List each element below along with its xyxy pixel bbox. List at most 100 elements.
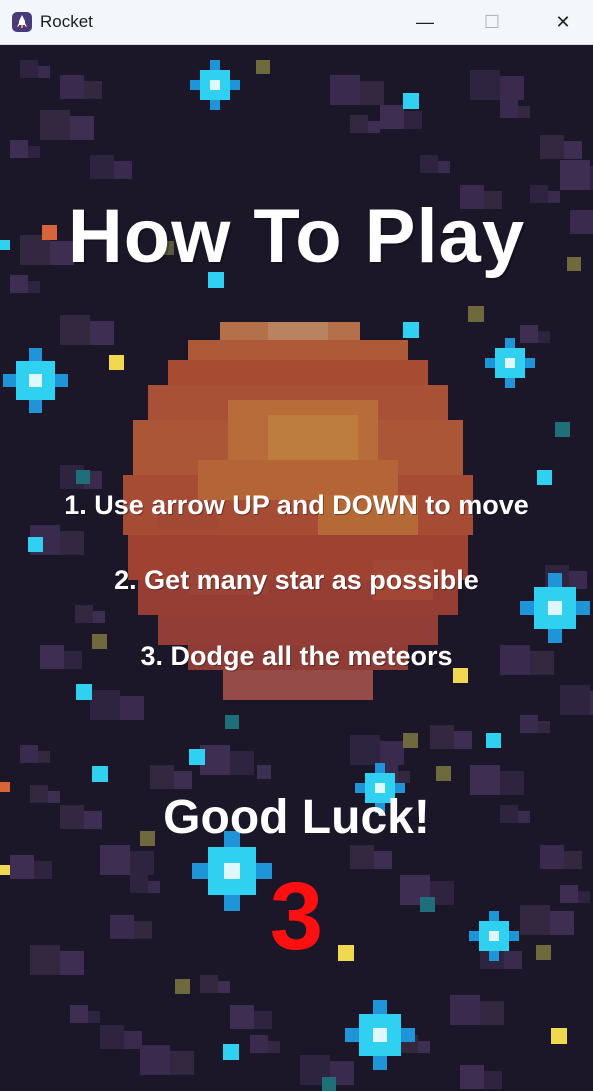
background-pixel bbox=[480, 1001, 504, 1025]
background-pixel bbox=[330, 75, 360, 105]
background-pixel bbox=[350, 115, 368, 133]
background-pixel bbox=[174, 771, 192, 789]
pixel-dot bbox=[76, 470, 90, 484]
background-pixel bbox=[500, 100, 518, 118]
page-title: How To Play bbox=[67, 194, 526, 279]
pixel-dot bbox=[322, 1077, 336, 1091]
background-pixel bbox=[20, 60, 38, 78]
background-pixel bbox=[420, 155, 438, 173]
background-pixel bbox=[93, 611, 105, 623]
maximize-button[interactable]: ☐ bbox=[469, 0, 515, 44]
pixel-dot bbox=[92, 766, 108, 782]
background-pixel bbox=[70, 116, 94, 140]
background-pixel bbox=[560, 685, 590, 715]
background-pixel bbox=[218, 981, 230, 993]
pixel-dot bbox=[109, 355, 124, 370]
sparkle-center bbox=[548, 601, 562, 615]
sparkle-center bbox=[373, 1028, 387, 1042]
background-pixel bbox=[90, 690, 120, 720]
good-luck-text: Good Luck! bbox=[163, 791, 430, 844]
rocket-icon bbox=[12, 12, 32, 32]
background-pixel bbox=[518, 106, 530, 118]
background-pixel bbox=[90, 155, 114, 179]
background-pixel bbox=[368, 121, 380, 133]
background-pixel bbox=[380, 741, 404, 765]
background-pixel bbox=[140, 1045, 170, 1075]
background-pixel bbox=[454, 731, 472, 749]
background-pixel bbox=[450, 995, 480, 1025]
background-pixel bbox=[460, 1065, 484, 1089]
background-pixel bbox=[380, 105, 404, 129]
background-pixel bbox=[60, 531, 84, 555]
background-pixel bbox=[560, 160, 590, 190]
background-pixel bbox=[520, 715, 538, 733]
background-pixel bbox=[564, 141, 582, 159]
background-pixel bbox=[60, 315, 90, 345]
background-pixel bbox=[404, 111, 422, 129]
pixel-dot bbox=[436, 766, 451, 781]
pixel-dot bbox=[76, 684, 92, 700]
game-canvas: How To Play 1. Use arrow UP and DOWN to … bbox=[0, 45, 593, 1091]
background-pixel bbox=[28, 146, 40, 158]
pixel-dot bbox=[257, 765, 271, 779]
background-pixel bbox=[538, 331, 550, 343]
background-pixel bbox=[114, 161, 132, 179]
background-pixel bbox=[438, 161, 450, 173]
pixel-dot bbox=[403, 733, 418, 748]
pixel-dot bbox=[189, 749, 205, 765]
pixel-dot bbox=[225, 715, 239, 729]
background-pixel bbox=[500, 76, 524, 100]
window-titlebar: Rocket — ☐ ✕ bbox=[0, 0, 593, 45]
pixel-dot bbox=[175, 979, 190, 994]
instruction-2: 2. Get many star as possible bbox=[114, 565, 479, 595]
background-pixel bbox=[230, 1005, 254, 1029]
background-pixel bbox=[520, 325, 538, 343]
background-pixel bbox=[40, 110, 70, 140]
background-pixel bbox=[28, 281, 40, 293]
instruction-3: 3. Dodge all the meteors bbox=[140, 641, 453, 671]
background-pixel bbox=[538, 721, 550, 733]
background-pixel bbox=[350, 735, 380, 765]
background-pixel bbox=[540, 135, 564, 159]
pixel-dot bbox=[403, 322, 419, 338]
background-pixel bbox=[250, 1035, 268, 1053]
minimize-button[interactable]: — bbox=[402, 0, 448, 44]
countdown-number: 3 bbox=[269, 863, 324, 970]
background-pixel bbox=[430, 725, 454, 749]
pixel-dot bbox=[256, 60, 270, 74]
background-pixel bbox=[360, 81, 384, 105]
background-pixel bbox=[470, 70, 500, 100]
background-pixel bbox=[88, 1011, 100, 1023]
background-pixel bbox=[230, 751, 254, 775]
background-pixel bbox=[90, 321, 114, 345]
sparkle-center bbox=[210, 80, 220, 90]
background-pixel bbox=[84, 81, 102, 99]
pixel-dot bbox=[486, 733, 501, 748]
background-pixel bbox=[38, 751, 50, 763]
pixel-dot bbox=[551, 1028, 567, 1044]
background-pixel bbox=[398, 771, 410, 783]
background-pixel bbox=[60, 75, 84, 99]
background-pixel bbox=[200, 975, 218, 993]
instruction-1: 1. Use arrow UP and DOWN to move bbox=[64, 490, 529, 520]
sparkle-center bbox=[28, 373, 42, 387]
background-pixel bbox=[75, 605, 93, 623]
pixel-dot bbox=[468, 306, 484, 322]
background-pixel bbox=[170, 1051, 194, 1075]
background-pixel bbox=[418, 1041, 430, 1053]
background-pixel bbox=[100, 1025, 124, 1049]
pixel-dot bbox=[403, 93, 419, 109]
background-pixel bbox=[484, 1071, 502, 1089]
close-button[interactable]: ✕ bbox=[540, 0, 586, 44]
background-pixel bbox=[254, 1011, 272, 1029]
pixel-dot bbox=[223, 1044, 239, 1060]
background-pixel bbox=[268, 1041, 280, 1053]
background-pixel bbox=[10, 140, 28, 158]
background-pixel bbox=[150, 765, 174, 789]
pixel-dot bbox=[555, 422, 570, 437]
window-title: Rocket bbox=[40, 12, 93, 31]
background-pixel bbox=[70, 1005, 88, 1023]
pixel-dot bbox=[28, 537, 43, 552]
background-pixel bbox=[20, 745, 38, 763]
background-pixel bbox=[38, 66, 50, 78]
